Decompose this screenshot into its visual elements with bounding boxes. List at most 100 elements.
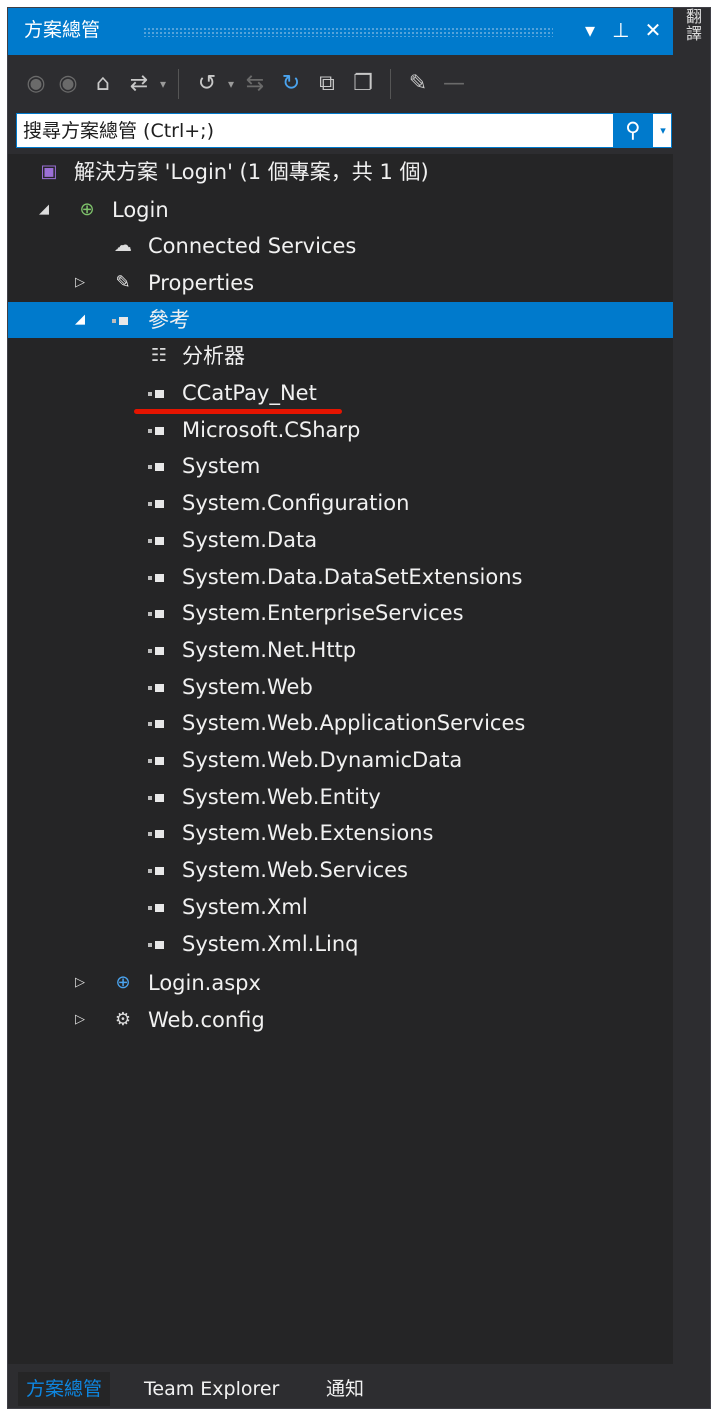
tree-item-label: System.Data.DataSetExtensions (182, 565, 523, 589)
tree-item-label: Login.aspx (148, 971, 261, 995)
tree-item-label: 分析器 (182, 344, 245, 368)
side-tab[interactable]: 翻譯 (680, 8, 708, 68)
cloud-icon: ☁ (114, 235, 132, 256)
expand-arrow-icon[interactable]: ▷ (72, 965, 88, 1001)
pin-icon[interactable]: ⊥ (606, 14, 636, 46)
tree-item-solution[interactable]: ▣ 解決方案 'Login' (1 個專案，共 1 個) (8, 154, 673, 190)
reference-icon (148, 647, 170, 655)
search-options-dropdown-icon[interactable]: ▾ (655, 114, 671, 147)
reference-icon (148, 500, 170, 508)
show-all-files-icon[interactable]: ❐ (348, 69, 378, 99)
tree-item-label: CCatPay_Net (182, 381, 317, 405)
reference-icon (148, 574, 170, 582)
reference-icon (148, 794, 170, 802)
sync-with-active-document-icon[interactable]: ⇄ (124, 69, 154, 99)
tree-item-label: Connected Services (148, 234, 357, 258)
collapse-all-icon[interactable]: ⧉ (312, 69, 342, 99)
reference-icon (148, 610, 170, 618)
reference-icon (148, 537, 170, 545)
tree-item-label: System.EnterpriseServices (182, 601, 464, 625)
reference-icon (148, 427, 170, 435)
tab-notifications[interactable]: 通知 (318, 1372, 372, 1406)
tree-item-label: System.Web.ApplicationServices (182, 711, 526, 735)
tab-solution-explorer[interactable]: 方案總管 (18, 1372, 111, 1406)
tree-item-reference[interactable]: System (8, 448, 673, 484)
tree-item-label: 解決方案 'Login' (1 個專案，共 1 個) (74, 160, 429, 184)
chevron-down-icon[interactable]: ▾ (224, 69, 238, 99)
tree-item-label: System.Web.Entity (182, 785, 381, 809)
reference-icon (148, 830, 170, 838)
tree-item-properties[interactable]: ▷ ✎ Properties (8, 265, 673, 301)
tree-item-label: System.Xml.Linq (182, 932, 359, 956)
wrench-icon: ✎ (115, 272, 131, 293)
drag-grip[interactable] (143, 27, 553, 37)
tree-item-label: System.Net.Http (182, 638, 357, 662)
reference-icon (148, 684, 170, 692)
tree-item-reference[interactable]: System.Xml (8, 889, 673, 925)
reference-icon (148, 941, 170, 949)
tree-item-label: Microsoft.CSharp (182, 418, 361, 442)
search-icon[interactable]: ⚲ (613, 114, 653, 147)
config-file-icon: ⚙ (114, 1009, 132, 1030)
tab-team-explorer[interactable]: Team Explorer (136, 1372, 287, 1406)
refresh-icon[interactable]: ↻ (276, 69, 306, 99)
reference-icon (148, 463, 170, 471)
tree-item-label: System (182, 454, 261, 478)
expand-arrow-icon[interactable]: ▷ (72, 1002, 88, 1038)
collapse-arrow-icon[interactable]: ◢ (36, 192, 52, 228)
history-icon[interactable]: ↺ (192, 69, 222, 99)
forward-icon[interactable]: ◉ (54, 69, 82, 99)
tree-item-label: System.Web (182, 675, 313, 699)
reference-icon (112, 317, 134, 325)
tree-item-reference[interactable]: System.EnterpriseServices (8, 595, 673, 631)
tree-item-reference[interactable]: System.Xml.Linq (8, 926, 673, 962)
pending-changes-filter-icon[interactable]: ⇆ (240, 69, 270, 99)
toolbar: ◉ ◉ ⌂ ⇄ ▾ ↺ ▾ ⇆ ↻ ⧉ ❐ ✎ — (8, 55, 673, 113)
tree-item-label: System.Data (182, 528, 318, 552)
collapse-arrow-icon[interactable]: ◢ (72, 302, 88, 338)
solution-icon: ▣ (40, 161, 58, 182)
solution-tree: ▣ 解決方案 'Login' (1 個專案，共 1 個) ◢ ⊕ Login ☁… (8, 154, 673, 1364)
tree-item-reference[interactable]: System.Web (8, 669, 673, 705)
tree-item-reference[interactable]: System.Data.DataSetExtensions (8, 559, 673, 595)
search-box: ⚲ ▾ (16, 113, 672, 148)
tree-item-reference[interactable]: Microsoft.CSharp (8, 412, 673, 448)
chevron-down-icon[interactable]: ▾ (156, 69, 170, 99)
tree-item-label: System.Web.Services (182, 858, 408, 882)
reference-icon (148, 720, 170, 728)
highlight-underline (134, 409, 342, 414)
tree-item-reference[interactable]: System.Net.Http (8, 632, 673, 668)
tree-item-label: Web.config (148, 1008, 265, 1032)
tree-item-reference[interactable]: System.Web.DynamicData (8, 742, 673, 778)
expand-arrow-icon[interactable]: ▷ (72, 265, 88, 301)
preview-icon[interactable]: — (438, 69, 470, 99)
tree-item-references[interactable]: ◢ 參考 (8, 302, 673, 338)
tree-item-label: Login (112, 198, 169, 222)
properties-icon[interactable]: ✎ (402, 69, 434, 99)
tree-item-reference[interactable]: CCatPay_Net (8, 375, 673, 411)
web-file-icon: ⊕ (115, 972, 131, 993)
tree-item-analyzers[interactable]: ☷ 分析器 (8, 338, 673, 374)
tree-item-project[interactable]: ◢ ⊕ Login (8, 192, 673, 228)
reference-icon (148, 904, 170, 912)
home-icon[interactable]: ⌂ (88, 69, 118, 99)
tree-item-web-config[interactable]: ▷ ⚙ Web.config (8, 1002, 673, 1038)
tree-item-label: System.Web.Extensions (182, 821, 434, 845)
search-input[interactable] (23, 114, 603, 147)
tree-item-login-aspx[interactable]: ▷ ⊕ Login.aspx (8, 965, 673, 1001)
tree-item-label: Properties (148, 271, 255, 295)
tree-item-label: System.Web.DynamicData (182, 748, 463, 772)
tree-item-reference[interactable]: System.Web.Services (8, 852, 673, 888)
tree-item-reference[interactable]: System.Web.Entity (8, 779, 673, 815)
tree-item-reference[interactable]: System.Web.ApplicationServices (8, 705, 673, 741)
toolbar-separator (178, 69, 179, 99)
window-position-dropdown-icon[interactable]: ▾ (575, 14, 605, 46)
bottom-tab-bar: 方案總管 Team Explorer 通知 (8, 1372, 673, 1406)
reference-icon (148, 757, 170, 765)
back-icon[interactable]: ◉ (22, 69, 50, 99)
tree-item-connected-services[interactable]: ☁ Connected Services (8, 228, 673, 264)
tree-item-reference[interactable]: System.Configuration (8, 485, 673, 521)
tree-item-reference[interactable]: System.Web.Extensions (8, 815, 673, 851)
tree-item-reference[interactable]: System.Data (8, 522, 673, 558)
close-icon[interactable]: ✕ (638, 14, 668, 46)
